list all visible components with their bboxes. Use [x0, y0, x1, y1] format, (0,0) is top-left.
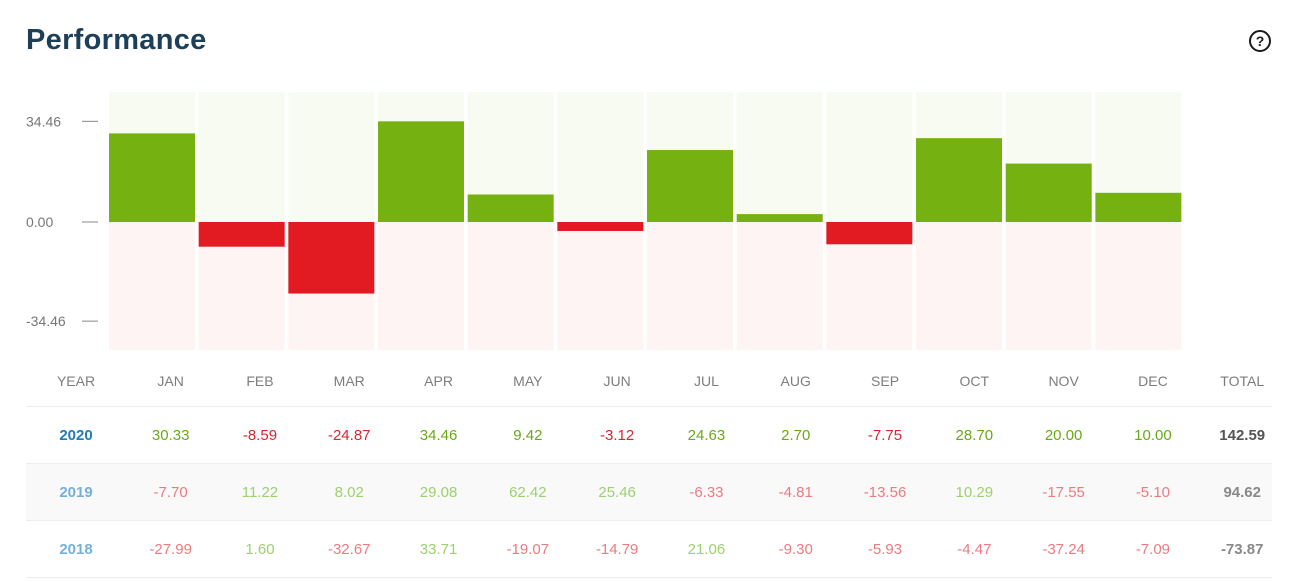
bar-jan — [109, 133, 195, 222]
column-bg-negative — [467, 222, 554, 350]
bar-sep — [826, 222, 913, 245]
column-bg-negative — [916, 222, 1003, 350]
header-jan: JAN — [157, 373, 184, 389]
column-bg-positive — [198, 92, 285, 222]
month-value: 8.02 — [334, 483, 364, 501]
bar-nov — [1005, 163, 1092, 222]
month-value: 28.70 — [955, 426, 994, 444]
month-value: -6.33 — [689, 483, 724, 501]
header-mar: MAR — [333, 373, 365, 389]
month-value: 33.71 — [419, 540, 458, 558]
bar-mar — [288, 222, 375, 294]
month-value: -24.87 — [327, 426, 371, 444]
bar-aug — [736, 214, 823, 222]
row-total: 94.62 — [1223, 483, 1261, 501]
row-total: -73.87 — [1220, 540, 1264, 558]
bar-oct — [916, 138, 1003, 222]
performance-chart: 34.46 0.00 -34.46 — [26, 92, 1182, 350]
month-value: 21.06 — [687, 540, 726, 558]
header-jun: JUN — [603, 373, 631, 389]
month-value: 24.63 — [687, 426, 726, 444]
month-value: 1.60 — [245, 540, 275, 558]
bar-jun — [557, 222, 644, 231]
row-year[interactable]: 2019 — [26, 484, 126, 501]
month-value: -37.24 — [1042, 540, 1085, 558]
column-bg-negative — [1005, 222, 1092, 350]
header-feb: FEB — [246, 373, 274, 389]
month-value: -4.81 — [778, 483, 813, 501]
column-bg-positive — [557, 92, 644, 222]
row-year[interactable]: 2018 — [26, 541, 126, 558]
month-value: 10.00 — [1134, 426, 1172, 444]
month-value: -5.10 — [1135, 483, 1171, 501]
header-jul: JUL — [693, 373, 719, 389]
header-nov: NOV — [1048, 373, 1079, 389]
table-row: 2020 30.33 -8.59 -24.87 34.46 9.42 -3.12 24.63 2… — [26, 407, 1272, 464]
column-bg-negative — [378, 222, 465, 350]
performance-table: YEAR JAN FEB MAR APR MAY JUN JUL AUG SEP OCT NOV DEC… — [26, 356, 1272, 578]
header-may: MAY — [513, 373, 543, 389]
month-value: -17.55 — [1042, 483, 1085, 501]
column-bg-negative — [557, 222, 644, 350]
month-value: -7.75 — [867, 426, 903, 444]
row-total: 142.59 — [1219, 426, 1266, 444]
header-total: TOTAL — [1220, 373, 1265, 389]
month-value: 20.00 — [1044, 426, 1083, 444]
month-value: -3.12 — [600, 426, 635, 444]
month-value: 2.70 — [781, 426, 811, 444]
month-value: 11.22 — [241, 483, 279, 501]
bar-apr — [378, 121, 465, 222]
column-bg-positive — [288, 92, 375, 222]
column-bg-positive — [826, 92, 913, 222]
month-value: -4.47 — [957, 540, 992, 558]
row-year[interactable]: 2020 — [26, 427, 126, 444]
header-aug: AUG — [780, 373, 811, 389]
bar-may — [467, 194, 554, 222]
month-value: -32.67 — [327, 540, 371, 558]
bar-jul — [647, 150, 734, 222]
month-value: 9.42 — [513, 426, 543, 444]
month-value: -9.30 — [778, 540, 813, 558]
header-apr: APR — [424, 373, 453, 389]
table-header: YEAR JAN FEB MAR APR MAY JUN JUL AUG SEP OCT NOV DEC… — [26, 356, 1272, 407]
month-value: 29.08 — [419, 483, 458, 501]
column-bg-positive — [736, 92, 823, 222]
header-year: YEAR — [56, 373, 96, 389]
table-row: 2018 -27.99 1.60 -32.67 33.71 -19.07 -14.79 21.… — [26, 521, 1272, 578]
y-tick-label: 34.46 — [26, 113, 61, 129]
month-value: -19.07 — [506, 540, 550, 558]
month-value: 25.46 — [598, 483, 636, 501]
column-bg-negative — [109, 222, 195, 350]
column-bg-negative — [647, 222, 734, 350]
bar-dec — [1095, 192, 1182, 222]
column-bg-negative — [736, 222, 823, 350]
month-value: -7.09 — [1135, 540, 1171, 558]
header-oct: OCT — [959, 373, 990, 389]
month-value: 34.46 — [419, 426, 458, 444]
month-value: -27.99 — [149, 540, 192, 558]
month-value: -7.70 — [153, 483, 188, 501]
month-value: -8.59 — [242, 426, 278, 444]
column-bg-negative — [1095, 222, 1182, 350]
bar-feb — [198, 222, 285, 247]
header-sep: SEP — [871, 373, 900, 389]
y-tick-label: -34.46 — [26, 313, 66, 329]
month-value: -5.93 — [867, 540, 903, 558]
month-value: 62.42 — [509, 483, 547, 501]
month-value: -13.56 — [863, 483, 907, 501]
month-value: -14.79 — [595, 540, 639, 558]
y-tick-label: 0.00 — [26, 214, 53, 230]
month-value: 10.29 — [955, 483, 994, 501]
table-row: 2019 -7.70 11.22 8.02 29.08 62.42 25.46 -6.33 -4… — [26, 464, 1272, 521]
header-dec: DEC — [1138, 373, 1168, 389]
month-value: 30.33 — [151, 426, 190, 444]
